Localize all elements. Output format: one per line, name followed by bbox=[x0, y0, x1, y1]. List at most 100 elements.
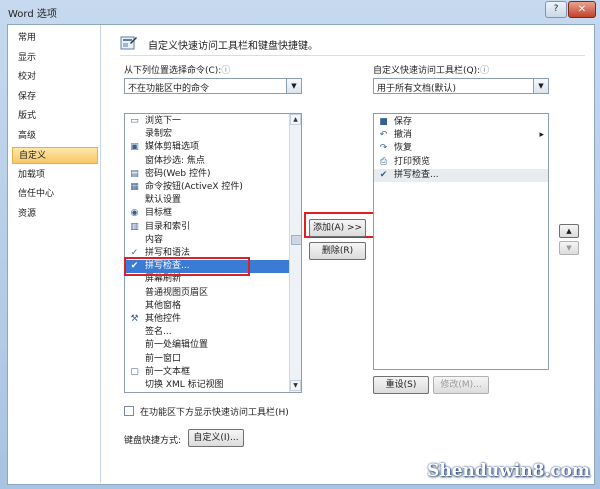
remove-button[interactable]: 删除(R) bbox=[309, 242, 366, 260]
index-icon: ▥ bbox=[130, 221, 139, 232]
folder-icon: ▭ bbox=[130, 116, 139, 126]
info-icon: ⓘ bbox=[221, 66, 231, 76]
list-item-label: 默认设置 bbox=[145, 195, 182, 206]
list-item[interactable]: ▦ 命令按钮(ActiveX 控件) bbox=[125, 181, 289, 194]
help-button[interactable]: ? bbox=[545, 1, 567, 18]
scroll-up-icon[interactable]: ▲ bbox=[290, 114, 301, 125]
add-button[interactable]: 添加(A) >> bbox=[309, 219, 366, 237]
list-item[interactable]: ↶ 撤消 ▸ bbox=[374, 129, 548, 142]
list-item-label: 目录和索引 bbox=[145, 221, 191, 232]
list-item-label: 恢复 bbox=[394, 143, 413, 154]
print-preview-icon: ⎙ bbox=[379, 156, 388, 167]
list-item-label: 切换 XML 标记视图 bbox=[145, 380, 224, 390]
list-item[interactable]: 前一窗口 bbox=[125, 353, 289, 366]
list-item-label: 前一窗口 bbox=[145, 353, 182, 364]
list-item-label: 其他控件 bbox=[145, 314, 182, 324]
list-item-label: 签名... bbox=[145, 327, 172, 338]
list-item-label: 命令按钮(ActiveX 控件) bbox=[145, 182, 243, 192]
list-item[interactable]: 其他窗格 bbox=[125, 300, 289, 313]
list-item-label: 撤消 bbox=[394, 130, 413, 141]
list-item-label: 内容 bbox=[145, 234, 164, 245]
list-item-label: 打印预览 bbox=[394, 156, 431, 167]
list-item-label: 其他窗格 bbox=[145, 300, 182, 311]
textbox-icon: ▢ bbox=[130, 366, 139, 377]
nav-item[interactable]: 常用 bbox=[12, 30, 98, 47]
reset-button[interactable]: 重设(S) bbox=[373, 376, 429, 394]
list-item-label: 录制宏 bbox=[145, 129, 173, 140]
list-item[interactable]: ◉ 目标框 bbox=[125, 207, 289, 220]
list-item[interactable]: 窗体抄选: 焦点 bbox=[125, 155, 289, 168]
list-item[interactable]: 内容 bbox=[125, 234, 289, 247]
window-title: Word 选项 bbox=[8, 9, 57, 20]
clip-icon: ▣ bbox=[130, 142, 139, 153]
title-bar: Word 选项 bbox=[0, 0, 600, 24]
chevron-down-icon[interactable]: ▼ bbox=[533, 79, 548, 93]
move-down-button[interactable]: ▼ bbox=[559, 241, 579, 255]
list-item[interactable]: ■ 保存 bbox=[374, 116, 548, 129]
password-icon: ▤ bbox=[130, 168, 139, 179]
toolbar-scope-dropdown[interactable]: 用于所有文档(默认) ▼ bbox=[373, 78, 549, 94]
target-icon: ◉ bbox=[130, 208, 139, 219]
close-button[interactable]: ✕ bbox=[568, 1, 596, 18]
scroll-down-icon[interactable]: ▼ bbox=[290, 380, 301, 391]
list-item[interactable]: 录制宏 bbox=[125, 128, 289, 141]
list-item-label: 媒体剪辑选项 bbox=[145, 142, 200, 153]
keyboard-shortcut-label: 键盘快捷方式: bbox=[124, 436, 182, 446]
list-item[interactable]: 切换 XML 标记视图 bbox=[125, 379, 289, 392]
list-item[interactable]: 签名... bbox=[125, 326, 289, 339]
show-below-ribbon-label: 在功能区下方显示快速访问工具栏(H) bbox=[140, 408, 289, 418]
spellcheck-highlight-box bbox=[124, 257, 250, 276]
info-icon: ⓘ bbox=[480, 66, 490, 76]
show-below-ribbon-checkbox[interactable] bbox=[124, 406, 134, 416]
list-item-label: 窗体抄选: 焦点 bbox=[145, 155, 205, 166]
nav-item[interactable]: 校对 bbox=[12, 69, 98, 86]
list-item[interactable]: ▢ 前一文本框 bbox=[125, 366, 289, 379]
nav-item[interactable]: 资源 bbox=[12, 206, 98, 223]
list-item[interactable]: ▣ 媒体剪辑选项 bbox=[125, 141, 289, 154]
toolbar-commands-list[interactable]: ■ 保存 ↶ 撤消 ▸ ↷ 恢复 ⎙ 打印预览 ✔ 拼写检查... bbox=[373, 113, 549, 370]
nav-item[interactable]: 保存 bbox=[12, 89, 98, 106]
list-item[interactable]: ▭ 浏览下一 bbox=[125, 115, 289, 128]
nav-item[interactable]: 信任中心 bbox=[12, 186, 98, 203]
list-item-label: 前一文本框 bbox=[145, 366, 191, 377]
nav-item[interactable]: 高级 bbox=[12, 128, 98, 145]
nav-item[interactable]: 加载项 bbox=[12, 167, 98, 184]
list-item-label: 保存 bbox=[394, 117, 413, 127]
list-item[interactable]: ↷ 恢复 bbox=[374, 142, 548, 155]
chevron-down-icon[interactable]: ▼ bbox=[286, 79, 301, 93]
list-item[interactable]: ⚒ 其他控件 bbox=[125, 313, 289, 326]
choose-commands-label: 从下列位置选择命令(C):ⓘ bbox=[124, 63, 230, 76]
list-item[interactable]: 普通视图页眉区 bbox=[125, 287, 289, 300]
choose-commands-text: 从下列位置选择命令(C): bbox=[124, 66, 222, 76]
list-item[interactable]: ▤ 密码(Web 控件) bbox=[125, 168, 289, 181]
list-item[interactable]: 前一处编辑位置 bbox=[125, 339, 289, 352]
nav-item[interactable]: 显示 bbox=[12, 50, 98, 67]
list-item-label: 拼写检查... bbox=[394, 169, 439, 180]
undo-icon: ↶ bbox=[379, 130, 388, 141]
choose-commands-dropdown[interactable]: 不在功能区中的命令 ▼ bbox=[124, 78, 302, 94]
list-item-label: 普通视图页眉区 bbox=[145, 287, 209, 298]
list-item-label: 目标框 bbox=[145, 208, 173, 219]
save-icon: ■ bbox=[379, 117, 388, 127]
list-item-label: 浏览下一 bbox=[145, 116, 182, 126]
commands-list[interactable]: ▭ 浏览下一录制宏 ▣ 媒体剪辑选项 窗体抄选: 焦点 ▤ 密码(Web 控件) ▦ 命令按钮(… bbox=[124, 113, 302, 393]
move-up-button[interactable]: ▲ bbox=[559, 224, 579, 238]
nav-item[interactable]: 版式 bbox=[12, 108, 98, 125]
list-item[interactable]: ▥ 目录和索引 bbox=[125, 221, 289, 234]
scroll-thumb[interactable] bbox=[291, 235, 301, 245]
list-item[interactable]: ⎙ 打印预览 bbox=[374, 156, 548, 169]
list-item[interactable]: 默认设置 bbox=[125, 194, 289, 207]
customize-toolbar-text: 自定义快速访问工具栏(Q): bbox=[373, 66, 481, 76]
commands-scrollbar[interactable]: ▲ ▼ bbox=[289, 114, 301, 392]
customize-toolbar-label: 自定义快速访问工具栏(Q):ⓘ bbox=[373, 63, 489, 76]
header-divider bbox=[120, 55, 585, 56]
nav-item[interactable]: 自定义 bbox=[12, 147, 98, 164]
customize-toolbar-icon bbox=[120, 34, 138, 52]
spellcheck-icon: ✔ bbox=[379, 169, 388, 180]
modify-button[interactable]: 修改(M)... bbox=[433, 376, 489, 394]
list-item[interactable]: ✔ 拼写检查... bbox=[374, 168, 548, 182]
watermark: Shenduwin8.com bbox=[427, 461, 590, 481]
customize-shortcuts-button[interactable]: 自定义(I)... bbox=[188, 429, 244, 447]
toolbar-scope-value: 用于所有文档(默认) bbox=[377, 84, 457, 94]
redo-icon: ↷ bbox=[379, 143, 388, 154]
